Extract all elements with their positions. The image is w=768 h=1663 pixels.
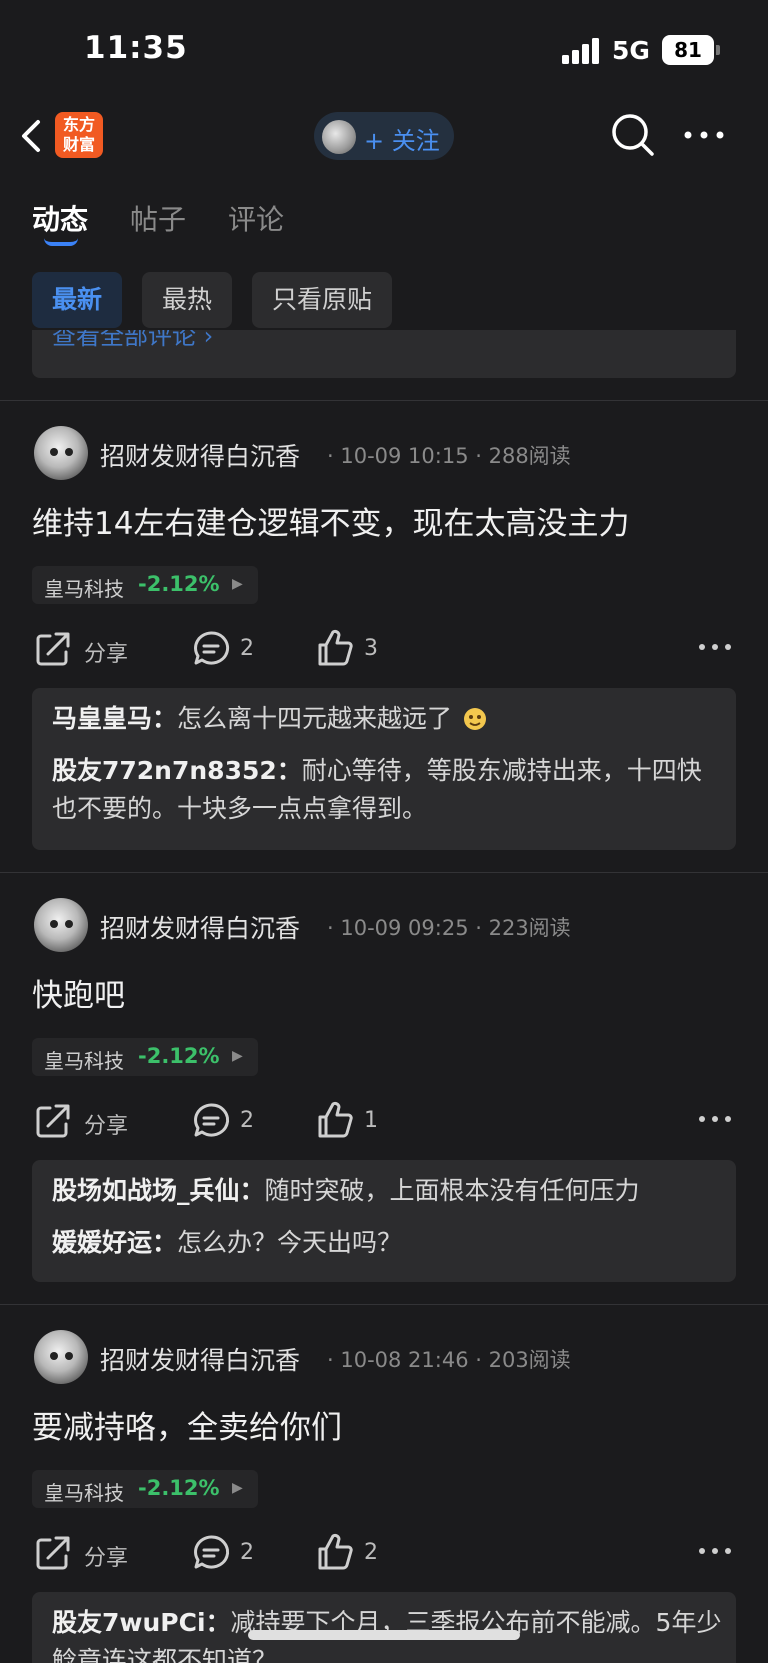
status-bar: 11:35 5G 81	[0, 0, 768, 100]
post-meta: · 10-08 21:46 · 203阅读	[327, 1348, 571, 1372]
comment-user[interactable]: 股友7wuPCi：	[52, 1608, 231, 1637]
post-text[interactable]: 维持14左右建仓逻辑不变，现在太高没主力	[32, 498, 629, 543]
network-label: 5G	[612, 36, 650, 65]
comment-item[interactable]: 媛媛好运：怎么办？今天出吗？	[52, 1224, 722, 1262]
stock-name: 皇马科技	[44, 1481, 124, 1505]
stock-tag[interactable]: 皇马科技 -2.12% ▶	[32, 566, 258, 604]
tab-indicator	[44, 238, 78, 246]
more-icon[interactable]	[698, 1112, 732, 1126]
post-author[interactable]: 招财发财得白沉香	[100, 437, 300, 473]
comment-item[interactable]: 马皇皇马：怎么离十四元越来越远了	[52, 700, 722, 738]
filter-original-only[interactable]: 只看原贴	[252, 272, 393, 328]
stock-change: -2.12%	[138, 1476, 220, 1500]
follow-button[interactable]: + 关注	[314, 112, 454, 160]
comment-count: 2	[240, 1540, 254, 1565]
divider	[0, 872, 768, 873]
filter-hot[interactable]: 最热	[142, 272, 233, 328]
chevron-right-icon: ▶	[232, 1480, 243, 1496]
tab-dynamics[interactable]: 动态	[32, 198, 88, 238]
more-icon[interactable]	[698, 640, 732, 654]
battery-icon: 81	[662, 35, 720, 65]
more-icon[interactable]	[682, 122, 726, 148]
share-icon[interactable]	[34, 1534, 72, 1572]
tab-posts[interactable]: 帖子	[130, 198, 186, 238]
chevron-right-icon: ▶	[232, 1048, 243, 1064]
status-time: 11:35	[84, 30, 188, 66]
thumbs-up-icon[interactable]	[316, 1532, 354, 1572]
nav-bar: 东方 财富 + 关注	[0, 100, 768, 180]
more-icon[interactable]	[698, 1544, 732, 1558]
filter-bar: 最新 最热 只看原贴	[0, 272, 768, 328]
view-all-comments-link[interactable]: 查看全部评论 ›	[52, 330, 213, 351]
post-meta: · 10-09 09:25 · 223阅读	[327, 916, 571, 940]
tab-comments[interactable]: 评论	[228, 198, 284, 238]
share-label[interactable]: 分享	[84, 1108, 128, 1140]
post-actions: 分享 2 1	[0, 1098, 768, 1144]
comment-text: 怎么离十四元越来越远了	[177, 704, 453, 733]
battery-level: 81	[674, 38, 702, 62]
chevron-right-icon: ▶	[232, 576, 243, 592]
post-author[interactable]: 招财发财得白沉香	[100, 909, 300, 945]
like-count: 3	[364, 636, 378, 661]
avatar[interactable]	[34, 426, 88, 480]
post-actions: 分享 2 2	[0, 1530, 768, 1576]
comment-text: 随时突破，上面根本没有任何压力	[264, 1176, 640, 1205]
avatar	[322, 120, 356, 154]
comment-icon[interactable]	[192, 1534, 230, 1572]
comment-user[interactable]: 股友772n7n8352：	[52, 756, 302, 785]
comment-item[interactable]: 股场如战场_兵仙：随时突破，上面根本没有任何压力	[52, 1172, 722, 1210]
comment-count: 2	[240, 636, 254, 661]
comment-text: 怎么办？今天出吗？	[177, 1228, 403, 1257]
partial-comments-box: 查看全部评论 ›	[32, 330, 736, 378]
comments-box[interactable]: 马皇皇马：怎么离十四元越来越远了 股友772n7n8352：耐心等待，等股东减持…	[32, 688, 736, 850]
emoji-icon	[463, 708, 486, 730]
signal-icon	[562, 38, 599, 64]
app-logo-line2: 财富	[62, 135, 95, 154]
share-label[interactable]: 分享	[84, 636, 128, 668]
comment-item[interactable]: 股友772n7n8352：耐心等待，等股东减持出来，十四快也不要的。十块多一点点…	[52, 752, 722, 828]
post-actions: 分享 2 3	[0, 626, 768, 672]
post-text[interactable]: 快跑吧	[32, 970, 125, 1015]
stock-tag[interactable]: 皇马科技 -2.12% ▶	[32, 1038, 258, 1076]
comments-box[interactable]: 股友7wuPCi：减持要下个月，三季报公布前不能减。5年少鲶竟连这都不知道？	[32, 1592, 736, 1663]
stock-tag[interactable]: 皇马科技 -2.12% ▶	[32, 1470, 258, 1508]
comment-user[interactable]: 股场如战场_兵仙：	[52, 1176, 265, 1205]
comment-user[interactable]: 马皇皇马：	[52, 704, 177, 733]
post-meta: · 10-09 10:15 · 288阅读	[327, 444, 571, 468]
comments-box[interactable]: 股场如战场_兵仙：随时突破，上面根本没有任何压力 媛媛好运：怎么办？今天出吗？	[32, 1160, 736, 1282]
avatar[interactable]	[34, 898, 88, 952]
divider	[0, 1304, 768, 1305]
share-label[interactable]: 分享	[84, 1540, 128, 1572]
stock-name: 皇马科技	[44, 1049, 124, 1073]
share-icon[interactable]	[34, 630, 72, 668]
like-count: 1	[364, 1108, 378, 1133]
post-author[interactable]: 招财发财得白沉香	[100, 1341, 300, 1377]
search-icon[interactable]	[610, 112, 656, 158]
home-indicator[interactable]	[248, 1630, 520, 1640]
stock-change: -2.12%	[138, 1044, 220, 1068]
tab-bar: 动态 帖子 评论	[0, 190, 768, 250]
post-text[interactable]: 要减持咯，全卖给你们	[32, 1402, 342, 1447]
app-logo[interactable]: 东方 财富	[55, 112, 103, 158]
stock-change: -2.12%	[138, 572, 220, 596]
divider	[0, 400, 768, 401]
filter-latest[interactable]: 最新	[32, 272, 123, 328]
stock-name: 皇马科技	[44, 577, 124, 601]
avatar[interactable]	[34, 1330, 88, 1384]
thumbs-up-icon[interactable]	[316, 1100, 354, 1140]
comment-icon[interactable]	[192, 1102, 230, 1140]
thumbs-up-icon[interactable]	[316, 628, 354, 668]
like-count: 2	[364, 1540, 378, 1565]
comment-count: 2	[240, 1108, 254, 1133]
back-icon[interactable]	[18, 114, 46, 158]
share-icon[interactable]	[34, 1102, 72, 1140]
follow-label: + 关注	[364, 127, 440, 155]
comment-user[interactable]: 媛媛好运：	[52, 1228, 177, 1257]
app-logo-line1: 东方	[62, 115, 95, 134]
comment-icon[interactable]	[192, 630, 230, 668]
